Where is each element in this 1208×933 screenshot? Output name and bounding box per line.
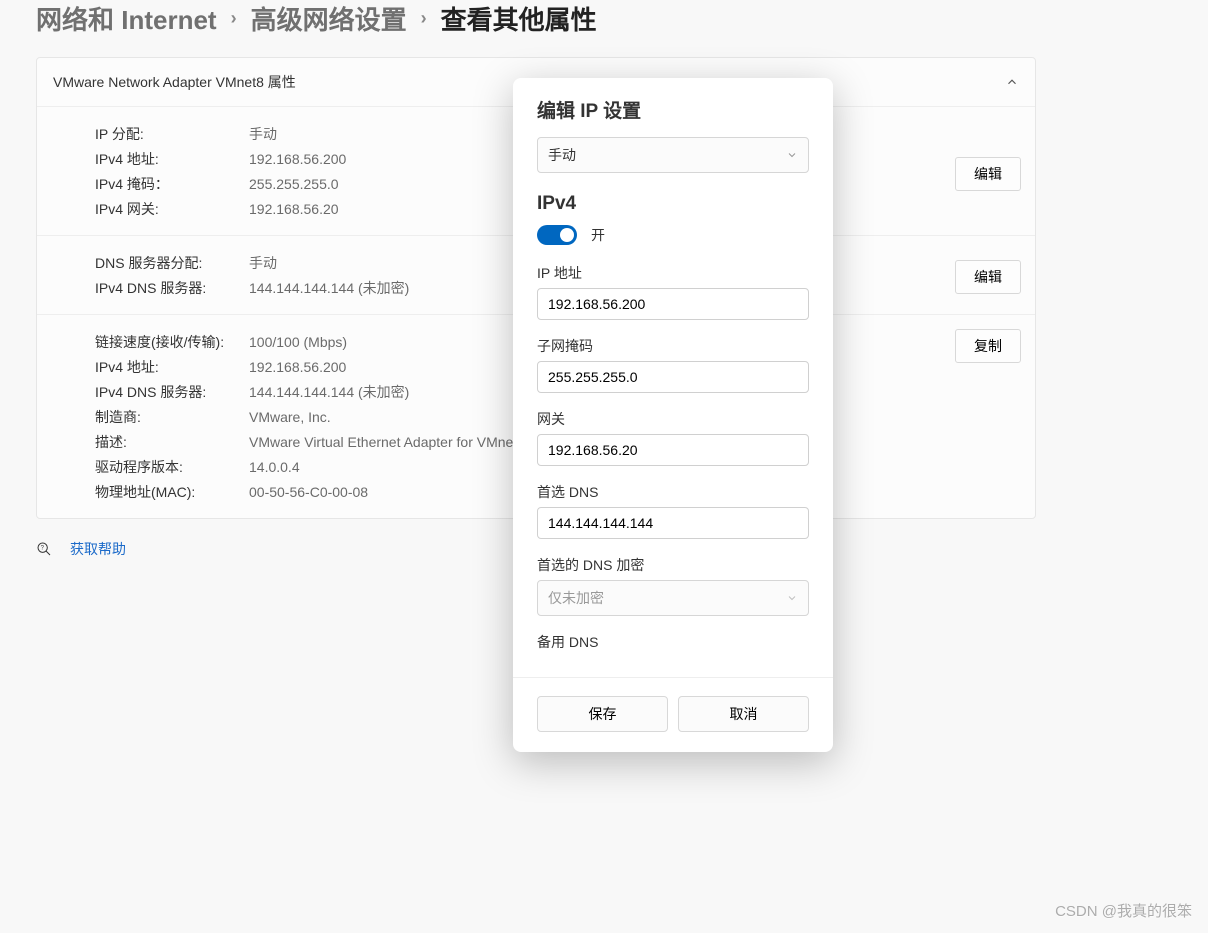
modal-body[interactable]: 手动 IPv4 开 IP 地址 子网掩码 网关 首选 DNS 首选的 DNS 加… [513, 137, 833, 677]
modal-title: 编辑 IP 设置 [513, 78, 833, 137]
copy-button[interactable]: 复制 [955, 329, 1021, 363]
breadcrumb: 网络和 Internet › 高级网络设置 › 查看其他属性 [0, 0, 1208, 57]
subnet-mask-label: 子网掩码 [537, 336, 809, 356]
chevron-down-icon [786, 592, 798, 604]
edit-dns-button[interactable]: 编辑 [955, 260, 1021, 294]
row-label: IPv4 DNS 服务器: [95, 278, 249, 298]
cancel-button[interactable]: 取消 [678, 696, 809, 732]
ipv4-toggle[interactable] [537, 225, 577, 245]
dns-encryption-label: 首选的 DNS 加密 [537, 555, 809, 575]
gateway-input[interactable] [537, 434, 809, 466]
alternate-dns-label: 备用 DNS [537, 632, 809, 652]
preferred-dns-input[interactable] [537, 507, 809, 539]
watermark: CSDN @我真的很笨 [1055, 900, 1192, 921]
row-label: IP 分配: [95, 124, 249, 144]
svg-text:?: ? [41, 546, 45, 552]
dns-encryption-select[interactable]: 仅未加密 [537, 580, 809, 616]
chevron-down-icon [786, 149, 798, 161]
breadcrumb-network[interactable]: 网络和 Internet [36, 0, 217, 37]
row-label: 描述: [95, 432, 249, 452]
save-button[interactable]: 保存 [537, 696, 668, 732]
select-value: 仅未加密 [548, 588, 604, 608]
preferred-dns-label: 首选 DNS [537, 482, 809, 502]
chevron-right-icon: › [231, 8, 237, 29]
ipv4-heading: IPv4 [537, 193, 809, 215]
row-label: IPv4 网关: [95, 199, 249, 219]
row-label: 物理地址(MAC): [95, 482, 249, 502]
breadcrumb-current: 查看其他属性 [441, 0, 597, 37]
row-label: 制造商: [95, 407, 249, 427]
panel-title: VMware Network Adapter VMnet8 属性 [53, 72, 296, 92]
chevron-up-icon [1005, 75, 1019, 89]
chevron-right-icon: › [421, 8, 427, 29]
row-label: IPv4 DNS 服务器: [95, 382, 249, 402]
row-label: IPv4 地址: [95, 357, 249, 377]
ip-address-input[interactable] [537, 288, 809, 320]
help-icon: ? [36, 541, 52, 557]
gateway-label: 网关 [537, 409, 809, 429]
ipv4-toggle-label: 开 [591, 225, 605, 245]
edit-ip-button[interactable]: 编辑 [955, 157, 1021, 191]
select-value: 手动 [548, 145, 576, 165]
help-link-label: 获取帮助 [70, 539, 126, 559]
row-label: DNS 服务器分配: [95, 253, 249, 273]
ip-address-label: IP 地址 [537, 263, 809, 283]
row-label: 链接速度(接收/传输): [95, 332, 249, 352]
row-label: IPv4 地址: [95, 149, 249, 169]
row-label: IPv4 掩码： [95, 174, 249, 194]
subnet-mask-input[interactable] [537, 361, 809, 393]
row-label: 驱动程序版本: [95, 457, 249, 477]
breadcrumb-advanced[interactable]: 高级网络设置 [251, 0, 407, 37]
edit-ip-modal: 编辑 IP 设置 手动 IPv4 开 IP 地址 子网掩码 网关 首选 DNS … [513, 78, 833, 752]
ip-mode-select[interactable]: 手动 [537, 137, 809, 173]
